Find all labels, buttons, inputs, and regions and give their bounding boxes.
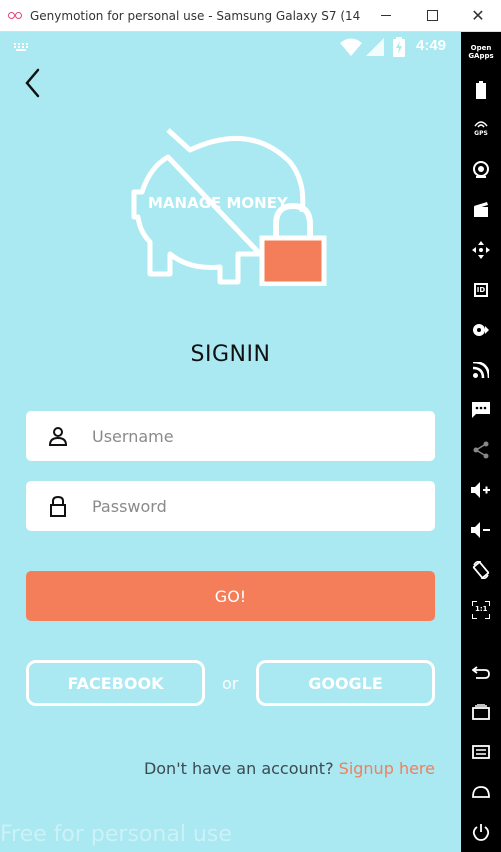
sms-icon xyxy=(472,402,490,418)
or-label: or xyxy=(222,674,239,693)
menu-button[interactable] xyxy=(461,740,501,764)
back-arrow-icon[interactable] xyxy=(20,66,50,100)
maximize-icon xyxy=(426,10,438,21)
wifi-icon xyxy=(340,38,362,56)
disk-icon xyxy=(473,324,489,336)
lock-icon xyxy=(50,495,66,517)
recent-apps-button[interactable] xyxy=(461,700,501,724)
back-nav-icon xyxy=(472,666,490,679)
close-button[interactable]: ✕ xyxy=(455,0,501,31)
password-field[interactable] xyxy=(26,481,435,531)
open-gapps-button[interactable]: Open GApps xyxy=(461,40,501,64)
username-field[interactable] xyxy=(26,411,435,461)
maximize-button[interactable] xyxy=(409,0,455,31)
camera-icon xyxy=(473,161,489,178)
close-icon: ✕ xyxy=(471,6,485,25)
share-button[interactable] xyxy=(461,438,501,462)
disk-button[interactable] xyxy=(461,318,501,342)
phone-screen: 4:49 MANAGE MONEY SIGNIN GO! FACEBOOK or… xyxy=(0,32,461,852)
media-icon xyxy=(474,202,488,217)
rss-icon xyxy=(473,362,489,378)
gps-label: GPS xyxy=(474,129,488,137)
status-time: 4:49 xyxy=(416,37,447,54)
volume-up-icon xyxy=(471,482,490,498)
gps-button[interactable]: GPS xyxy=(461,118,501,142)
dpad-icon xyxy=(472,241,490,259)
scale-button[interactable]: 1:1 xyxy=(461,598,501,622)
lock-logo-icon xyxy=(259,202,327,286)
minimize-icon xyxy=(381,15,391,16)
signup-link[interactable]: Signup here xyxy=(339,759,435,778)
keyboard-icon xyxy=(14,43,32,51)
page-title: SIGNIN xyxy=(190,342,271,367)
sms-button[interactable] xyxy=(461,398,501,422)
password-input[interactable] xyxy=(90,495,414,517)
media-button[interactable] xyxy=(461,198,501,222)
power-icon xyxy=(472,824,490,841)
battery-icon xyxy=(476,81,486,99)
menu-icon xyxy=(472,745,490,759)
home-button[interactable] xyxy=(461,780,501,804)
back-nav-button[interactable] xyxy=(461,660,501,684)
genymotion-logo-icon xyxy=(8,11,24,21)
id-icon: ID xyxy=(474,283,488,297)
window-title-bar: Genymotion for personal use - Samsung Ga… xyxy=(0,0,501,32)
open-gapps-label: Open GApps xyxy=(468,44,494,60)
minimize-button[interactable] xyxy=(363,0,409,31)
rss-button[interactable] xyxy=(461,358,501,382)
dpad-button[interactable] xyxy=(461,238,501,262)
emulator-toolbar: Open GApps GPS ID 1:1 xyxy=(461,32,501,852)
rotate-button[interactable] xyxy=(461,558,501,582)
gps-icon xyxy=(474,121,488,128)
share-icon xyxy=(473,441,489,459)
go-button[interactable]: GO! xyxy=(26,571,435,621)
recent-apps-icon xyxy=(472,704,490,720)
status-bar: 4:49 xyxy=(0,32,461,62)
watermark: Free for personal use xyxy=(0,822,232,847)
camera-button[interactable] xyxy=(461,158,501,182)
volume-down-button[interactable] xyxy=(461,518,501,542)
id-button[interactable]: ID xyxy=(461,278,501,302)
scale-icon: 1:1 xyxy=(472,601,490,619)
window-title: Genymotion for personal use - Samsung Ga… xyxy=(30,8,360,23)
volume-down-icon xyxy=(471,522,490,538)
signal-icon xyxy=(366,38,384,56)
home-icon xyxy=(472,786,490,798)
scale-label: 1:1 xyxy=(475,605,488,613)
signup-prompt: Don't have an account? Signup here xyxy=(144,759,435,778)
google-button[interactable]: GOOGLE xyxy=(256,660,435,706)
rotate-icon xyxy=(472,561,490,579)
open-gapps-icon: Open GApps xyxy=(468,44,493,60)
signup-question: Don't have an account? xyxy=(143,759,334,778)
id-label: ID xyxy=(476,286,486,294)
facebook-button[interactable]: FACEBOOK xyxy=(26,660,205,706)
username-input[interactable] xyxy=(90,425,414,447)
battery-button[interactable] xyxy=(461,78,501,102)
volume-up-button[interactable] xyxy=(461,478,501,502)
user-icon xyxy=(48,427,68,446)
power-button[interactable] xyxy=(461,820,501,844)
battery-charging-icon xyxy=(393,37,405,57)
